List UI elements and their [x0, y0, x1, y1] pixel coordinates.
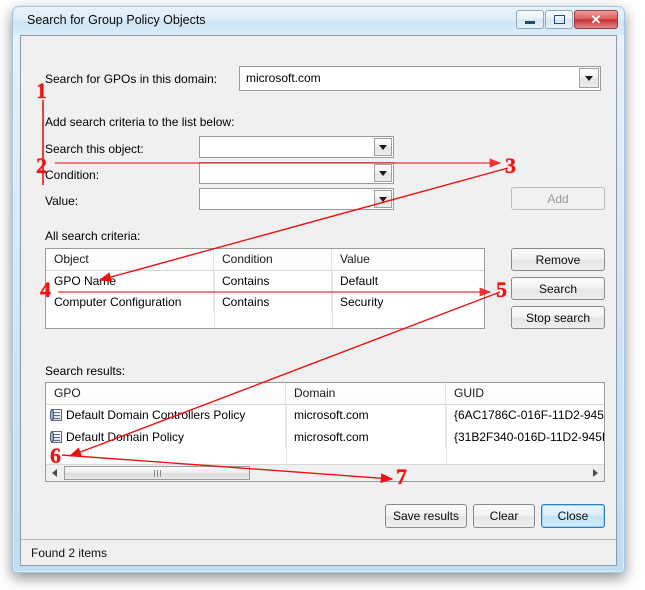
title-bar[interactable]: Search for Group Policy Objects ✕: [13, 7, 624, 35]
results-cell-domain: microsoft.com: [286, 427, 446, 449]
dialog-client-area: Search for GPOs in this domain: microsof…: [20, 35, 617, 566]
maximize-button[interactable]: [545, 10, 573, 29]
dialog-window: Search for Group Policy Objects ✕ Search…: [12, 6, 625, 573]
criteria-col-value[interactable]: Value: [332, 249, 484, 270]
results-cell-gpo: Default Domain Controllers Policy: [46, 405, 286, 427]
stop-search-button[interactable]: Stop search: [511, 306, 605, 329]
status-text: Found 2 items: [31, 546, 108, 560]
screenshot-root: Search for Group Policy Objects ✕ Search…: [0, 0, 645, 590]
criteria-cell-value: Default: [340, 274, 379, 288]
column-divider: [332, 270, 333, 328]
window-controls: ✕: [515, 10, 618, 29]
domain-combo[interactable]: microsoft.com: [239, 66, 601, 91]
criteria-heading: Add search criteria to the list below:: [45, 115, 235, 129]
column-divider: [214, 270, 215, 328]
criteria-cell-condition: Contains: [214, 271, 332, 292]
minimize-icon: [525, 21, 535, 24]
chevron-down-icon[interactable]: [374, 164, 392, 182]
scrollbar-thumb[interactable]: [64, 466, 250, 480]
scroll-right-arrow-icon[interactable]: [587, 465, 604, 481]
status-bar: Found 2 items: [21, 539, 616, 565]
annotation-marker-2: 2: [36, 153, 47, 178]
close-icon: ✕: [590, 11, 602, 27]
minimize-button[interactable]: [516, 10, 544, 29]
domain-combo-value: microsoft.com: [246, 71, 321, 85]
search-object-label: Search this object:: [45, 142, 144, 156]
list-item[interactable]: Default Domain Controllers Policy micros…: [46, 405, 604, 427]
criteria-cell-object: Computer Configuration: [46, 292, 214, 313]
results-cell-guid: {6AC1786C-016F-11D2-945F: [454, 408, 604, 422]
annotation-marker-3: 3: [505, 153, 516, 178]
window-title: Search for Group Policy Objects: [27, 13, 206, 27]
column-divider: [286, 404, 287, 464]
criteria-cell-object: GPO Name: [46, 271, 214, 292]
results-col-domain[interactable]: Domain: [286, 383, 446, 404]
all-criteria-heading: All search criteria:: [45, 229, 141, 243]
add-button[interactable]: Add: [511, 187, 605, 210]
annotation-marker-4: 4: [40, 277, 51, 302]
table-row[interactable]: Computer Configuration Contains Security: [46, 292, 484, 313]
gpo-scroll-icon: [50, 408, 64, 422]
maximize-icon: [553, 15, 565, 24]
criteria-cell-value: Security: [340, 295, 384, 309]
condition-combo[interactable]: [199, 162, 394, 184]
value-label: Value:: [45, 194, 79, 208]
annotation-marker-7: 7: [396, 464, 407, 489]
annotation-marker-6: 6: [50, 443, 61, 468]
results-gpo-name: Default Domain Policy: [66, 430, 185, 444]
gpo-scroll-icon: [50, 430, 64, 444]
chevron-down-icon[interactable]: [374, 138, 392, 156]
results-col-gpo[interactable]: GPO: [46, 383, 286, 404]
criteria-listview[interactable]: Object Condition Value GPO Name Contains…: [45, 248, 485, 329]
results-cell-guid: {31B2F340-016D-11D2-945F: [454, 430, 604, 444]
criteria-cell-condition: Contains: [214, 292, 332, 313]
column-divider: [446, 404, 447, 464]
horizontal-scrollbar[interactable]: [46, 464, 604, 481]
criteria-col-condition[interactable]: Condition: [214, 249, 332, 270]
remove-button[interactable]: Remove: [511, 248, 605, 271]
table-row[interactable]: GPO Name Contains Default: [46, 271, 484, 292]
results-cell-gpo: Default Domain Policy: [46, 427, 286, 449]
search-object-combo[interactable]: [199, 136, 394, 158]
chevron-down-icon[interactable]: [579, 68, 599, 88]
results-header-row: GPO Domain GUID: [46, 383, 604, 405]
close-dialog-button[interactable]: Close: [541, 504, 605, 528]
list-item[interactable]: Default Domain Policy microsoft.com {31B…: [46, 427, 604, 449]
results-cell-domain: microsoft.com: [286, 405, 446, 427]
search-button[interactable]: Search: [511, 277, 605, 300]
clear-button[interactable]: Clear: [473, 504, 535, 528]
annotation-marker-5: 5: [496, 277, 507, 302]
annotation-marker-1: 1: [36, 78, 47, 103]
results-gpo-name: Default Domain Controllers Policy: [66, 408, 246, 422]
results-heading: Search results:: [45, 364, 126, 378]
save-results-button[interactable]: Save results: [385, 504, 467, 528]
results-col-guid[interactable]: GUID: [446, 383, 604, 404]
value-combo[interactable]: [199, 188, 394, 210]
domain-label: Search for GPOs in this domain:: [45, 72, 218, 86]
results-listview[interactable]: GPO Domain GUID Default Domain Controlle…: [45, 382, 605, 482]
criteria-col-object[interactable]: Object: [46, 249, 214, 270]
close-button[interactable]: ✕: [574, 10, 618, 29]
criteria-header-row: Object Condition Value: [46, 249, 484, 271]
condition-label: Condition:: [45, 168, 100, 182]
chevron-down-icon[interactable]: [374, 190, 392, 208]
